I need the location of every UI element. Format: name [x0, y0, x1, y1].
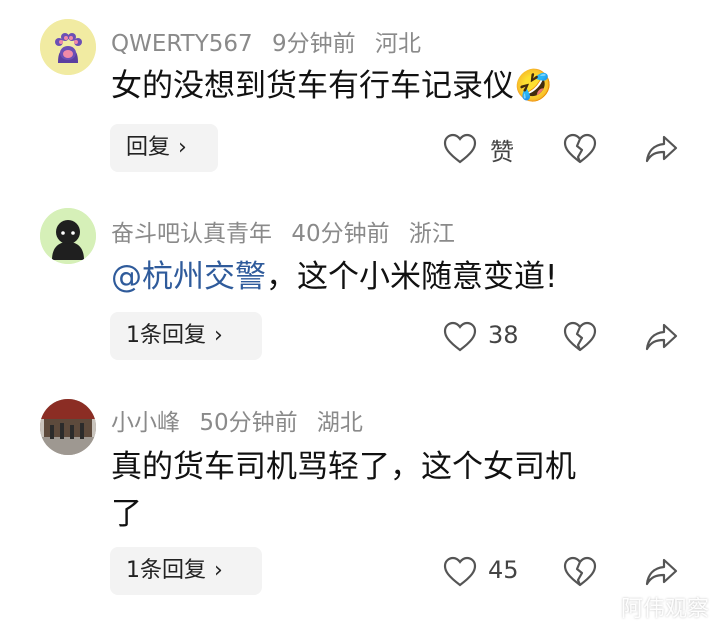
comment-meta: 小小峰 50分钟前 湖北	[111, 403, 375, 437]
reply-label: 1条回复	[126, 558, 206, 583]
like-count: 45	[488, 556, 519, 584]
broken-heart-icon[interactable]	[563, 133, 597, 165]
comment-meta: QWERTY567 9分钟前 河北	[111, 24, 433, 58]
avatar-photo-icon	[40, 399, 96, 455]
timestamp: 9分钟前	[272, 31, 356, 57]
mention-link[interactable]: @杭州交警	[111, 259, 266, 295]
username[interactable]: 奋斗吧认真青年	[111, 221, 272, 247]
username[interactable]: QWERTY567	[111, 31, 253, 57]
avatar[interactable]	[40, 208, 96, 264]
share-arrow-icon[interactable]	[644, 557, 678, 587]
reply-button[interactable]: 1条回复 ›	[110, 547, 262, 595]
comment-meta: 奋斗吧认真青年 40分钟前 浙江	[111, 214, 467, 248]
timestamp: 50分钟前	[199, 410, 298, 436]
location: 浙江	[408, 221, 455, 247]
heart-outline-icon[interactable]	[443, 321, 477, 353]
broken-heart-icon[interactable]	[563, 556, 597, 588]
location: 湖北	[316, 410, 363, 436]
comment-text-main: ，这个小米随意变道!	[266, 259, 558, 295]
comment-item: 小小峰 50分钟前 湖北 真的货车司机骂轻了，这个女司机 了 1条回复 › 45	[0, 380, 719, 633]
reply-button[interactable]: 回复 ›	[110, 124, 218, 172]
broken-heart-icon[interactable]	[563, 321, 597, 353]
share-arrow-icon[interactable]	[644, 134, 678, 164]
like-count: 38	[488, 321, 519, 349]
comment-item: QWERTY567 9分钟前 河北 女的没想到货车有行车记录仪🤣 回复 › 赞	[0, 0, 719, 190]
reply-label: 回复	[126, 135, 171, 160]
comment-item: 奋斗吧认真青年 40分钟前 浙江 @杭州交警，这个小米随意变道! 1条回复 › 3…	[0, 190, 719, 380]
chevron-right-icon: ›	[178, 135, 187, 160]
comment-text-line: 了	[111, 496, 142, 532]
reply-button[interactable]: 1条回复 ›	[110, 312, 262, 360]
location: 河北	[374, 31, 421, 57]
timestamp: 40分钟前	[291, 221, 390, 247]
avatar[interactable]	[40, 399, 96, 455]
laughing-emoji-icon: 🤣	[514, 68, 553, 104]
share-arrow-icon[interactable]	[644, 322, 678, 352]
comment-text: 真的货车司机骂轻了，这个女司机 了	[111, 444, 671, 538]
chevron-right-icon: ›	[214, 323, 223, 348]
comment-text: 女的没想到货车有行车记录仪🤣	[111, 63, 671, 110]
comment-text-line: 真的货车司机骂轻了，这个女司机	[111, 449, 576, 485]
avatar[interactable]	[40, 19, 96, 75]
reply-label: 1条回复	[126, 323, 206, 348]
chevron-right-icon: ›	[214, 558, 223, 583]
heart-outline-icon[interactable]	[443, 556, 477, 588]
watermark: 阿伟观察	[620, 597, 709, 622]
avatar-figure-icon	[40, 208, 96, 264]
heart-outline-icon[interactable]	[443, 133, 477, 165]
username[interactable]: 小小峰	[111, 410, 180, 436]
comment-text-main: 女的没想到货车有行车记录仪	[111, 68, 514, 104]
comment-text: @杭州交警，这个小米随意变道!	[111, 254, 671, 301]
like-label[interactable]: 赞	[490, 132, 514, 167]
paw-icon	[40, 19, 96, 75]
